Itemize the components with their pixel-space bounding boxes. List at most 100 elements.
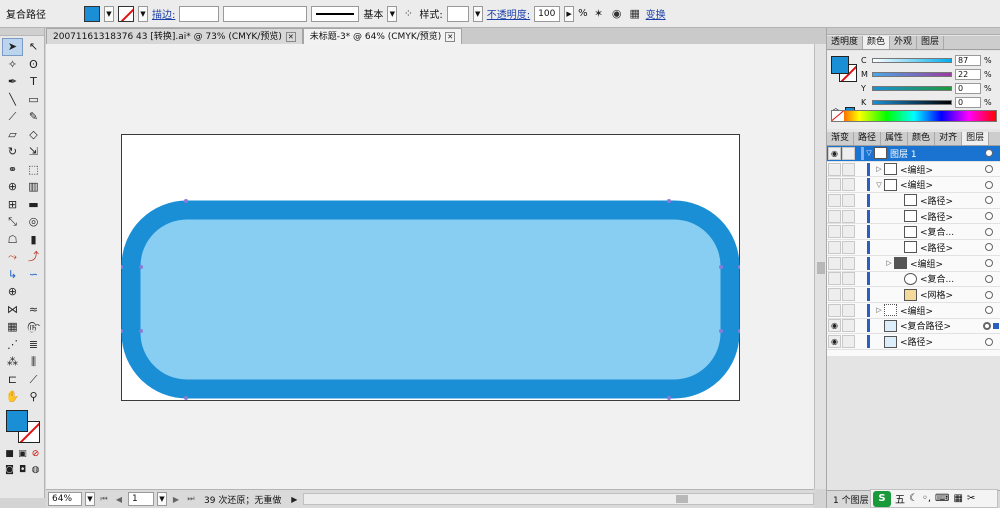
scroll-thumb[interactable] bbox=[817, 262, 825, 274]
lock-toggle[interactable] bbox=[842, 272, 855, 286]
expand-icon[interactable]: ▷ bbox=[874, 165, 884, 173]
tab-transparency[interactable]: 透明度 bbox=[827, 36, 864, 49]
type-tool-icon[interactable]: T bbox=[23, 73, 44, 91]
layer-row[interactable]: <复合... bbox=[827, 272, 1000, 288]
target-icon[interactable] bbox=[985, 259, 993, 268]
target-icon[interactable] bbox=[985, 227, 993, 236]
zoom-field[interactable]: 64% bbox=[48, 492, 82, 506]
align-grid-icon[interactable]: ▦ bbox=[628, 7, 642, 21]
layer-name[interactable]: <编组> bbox=[910, 257, 985, 270]
color-mode-icon[interactable]: ■ bbox=[3, 446, 16, 462]
tab-pathfinder[interactable]: 路径 bbox=[854, 132, 882, 145]
layer-name[interactable]: <网格> bbox=[920, 288, 985, 301]
lock-toggle[interactable] bbox=[842, 225, 855, 239]
line-tool-icon[interactable]: ╲ bbox=[2, 91, 23, 109]
target-icon[interactable] bbox=[985, 243, 993, 252]
crop-tool-icon[interactable]: ⊏ bbox=[2, 371, 23, 389]
expand-icon[interactable]: ▷ bbox=[874, 306, 884, 314]
eye-toggle[interactable] bbox=[828, 288, 841, 302]
status-menu-icon[interactable]: ▶ bbox=[288, 495, 300, 504]
bars-tool-icon[interactable]: ≣ bbox=[23, 336, 44, 354]
layer-name[interactable]: <路径> bbox=[920, 194, 985, 207]
stroke-profile-preview[interactable] bbox=[311, 5, 360, 22]
color-spectrum[interactable] bbox=[831, 110, 997, 122]
eyedropper-tool-icon[interactable]: ⤡ bbox=[2, 213, 23, 231]
lock-toggle[interactable] bbox=[842, 256, 855, 270]
anchor-point[interactable] bbox=[719, 265, 723, 269]
scroll-thumb[interactable] bbox=[676, 495, 689, 503]
anchor-point[interactable] bbox=[667, 199, 671, 203]
tab-attributes[interactable]: 属性 bbox=[881, 132, 909, 145]
twirl-tool-icon[interactable]: ௹ bbox=[23, 318, 44, 336]
pen-tool-icon[interactable]: ✒ bbox=[2, 73, 23, 91]
y-value[interactable]: 0 bbox=[955, 83, 981, 94]
c-value[interactable]: 87 bbox=[955, 55, 981, 66]
draw-normal-icon[interactable]: ◙ bbox=[3, 462, 16, 478]
lock-toggle[interactable] bbox=[842, 146, 855, 160]
rectangle-tool-icon[interactable]: ▭ bbox=[23, 91, 44, 109]
lock-toggle[interactable] bbox=[842, 319, 855, 333]
free-transform-tool-icon[interactable]: ⬚ bbox=[23, 161, 44, 179]
variable-width-field[interactable] bbox=[223, 5, 308, 22]
rounded-rectangle-artwork[interactable] bbox=[121, 134, 740, 401]
artboard-number-field[interactable]: 1 bbox=[128, 492, 154, 506]
layer-row[interactable]: <复合... bbox=[827, 224, 1000, 241]
rotate-tool-icon[interactable]: ↻ bbox=[2, 143, 23, 161]
layer-name[interactable]: <路径> bbox=[920, 241, 985, 254]
direct-selection-tool-icon[interactable]: ↖ bbox=[23, 38, 44, 56]
lasso-tool-icon[interactable]: ʘ bbox=[23, 56, 44, 74]
color-fill-swatch[interactable] bbox=[831, 56, 849, 74]
warp-tool-icon[interactable]: ⚭ bbox=[2, 161, 23, 179]
k-value[interactable]: 0 bbox=[955, 97, 981, 108]
lock-toggle[interactable] bbox=[842, 209, 855, 223]
column-graph-tool-icon[interactable]: ▮ bbox=[23, 231, 44, 249]
chart-tool-icon[interactable]: ⋰ bbox=[2, 336, 23, 354]
ime-punct-icon[interactable]: ◦, bbox=[922, 493, 931, 504]
hand-tool-icon[interactable]: ✋ bbox=[2, 388, 23, 406]
ime-moon-icon[interactable]: ☾ bbox=[909, 493, 918, 504]
layer-row[interactable]: ▷ <编组> bbox=[827, 303, 1000, 319]
close-icon[interactable]: ✕ bbox=[285, 32, 296, 42]
perspective-grid-tool-icon[interactable]: ▥ bbox=[23, 178, 44, 196]
c-slider[interactable] bbox=[872, 58, 952, 63]
tools-grip[interactable] bbox=[0, 28, 44, 36]
lock-toggle[interactable] bbox=[842, 335, 855, 349]
ime-keyboard-icon[interactable]: ⌨ bbox=[935, 493, 949, 504]
eraser-tool-icon[interactable]: ◇ bbox=[23, 126, 44, 144]
gear-icon[interactable]: ◉ bbox=[610, 7, 624, 21]
blob-brush-tool-icon[interactable]: ▱ bbox=[2, 126, 23, 144]
eye-toggle[interactable] bbox=[828, 272, 841, 286]
zoom-tool-icon[interactable]: ⚲ bbox=[23, 388, 44, 406]
target-icon[interactable] bbox=[985, 274, 993, 283]
layer-name[interactable]: <编组> bbox=[900, 178, 985, 191]
first-artboard-icon[interactable]: ⏮ bbox=[98, 494, 110, 504]
eye-toggle[interactable] bbox=[828, 178, 841, 192]
paintbrush-tool-icon[interactable]: ⟋ bbox=[2, 108, 23, 126]
collapse-icon[interactable]: ▽ bbox=[874, 181, 884, 189]
crop-marks-icon[interactable]: ⊕ bbox=[2, 283, 23, 301]
lock-toggle[interactable] bbox=[842, 303, 855, 317]
last-artboard-icon[interactable]: ⏭ bbox=[185, 494, 197, 504]
rounded-rectangle-shape[interactable] bbox=[121, 200, 740, 399]
artboard-tool-icon[interactable]: ⤳ bbox=[2, 248, 23, 266]
eye-toggle[interactable] bbox=[828, 162, 841, 176]
mesh-tool-icon[interactable]: ⊞ bbox=[2, 196, 23, 214]
ime-mode-label[interactable]: 五 bbox=[895, 491, 905, 506]
layer-name[interactable]: 图层 1 bbox=[890, 147, 985, 160]
m-slider[interactable] bbox=[872, 72, 952, 77]
eye-toggle[interactable] bbox=[828, 193, 841, 207]
transform-label[interactable]: 变换 bbox=[646, 6, 666, 21]
grid-tool-icon[interactable]: ▦ bbox=[2, 318, 23, 336]
column-tool-icon[interactable]: ⫼ bbox=[23, 353, 44, 371]
none-mode-icon[interactable]: ⊘ bbox=[29, 446, 42, 462]
envelope-tool-icon[interactable]: ⋈ bbox=[2, 301, 23, 319]
ime-logo-icon[interactable]: S bbox=[873, 490, 891, 507]
target-icon[interactable] bbox=[985, 212, 993, 221]
lock-toggle[interactable] bbox=[842, 178, 855, 192]
layer-row[interactable]: <网格> bbox=[827, 287, 1000, 303]
tab-document-2[interactable]: 未标题-3* @ 64% (CMYK/预览) ✕ bbox=[302, 28, 463, 44]
m-value[interactable]: 22 bbox=[955, 69, 981, 80]
anchor-point[interactable] bbox=[139, 329, 143, 333]
stroke-dropdown-icon[interactable]: ▼ bbox=[138, 5, 148, 22]
width-tool-icon[interactable]: ↳ bbox=[2, 266, 23, 284]
